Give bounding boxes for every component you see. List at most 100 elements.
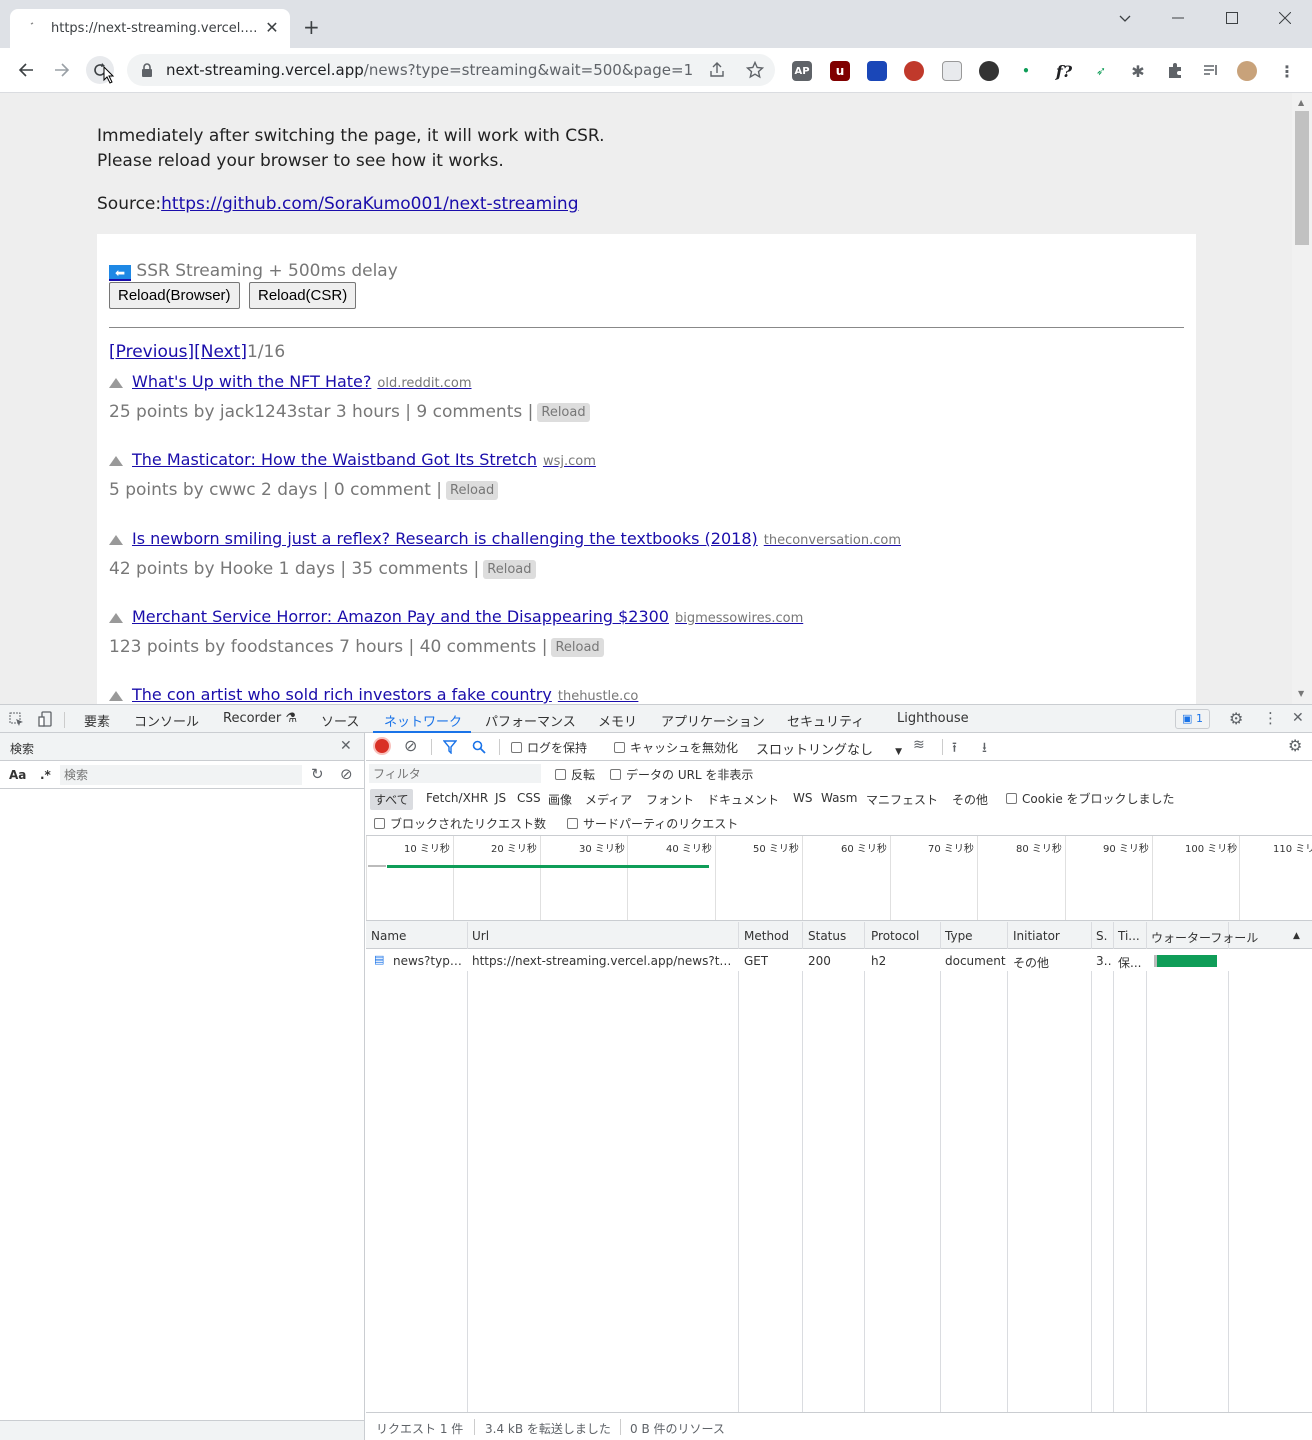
import-har-icon[interactable]: ⭱	[952, 737, 957, 761]
col-url[interactable]: Url	[472, 929, 489, 943]
item-reload-button[interactable]: Reload	[446, 480, 499, 500]
preserve-log-checkbox[interactable]: ログを保持	[511, 739, 587, 756]
devtools-menu-icon[interactable]: ⋮	[1263, 709, 1278, 727]
col-name[interactable]: Name	[371, 929, 406, 943]
address-bar[interactable]: next-streaming.vercel.app/news?type=stre…	[127, 54, 775, 86]
scroll-down-icon[interactable]: ▼	[1298, 689, 1304, 698]
tab-search-icon[interactable]	[1100, 0, 1150, 36]
third-party-checkbox[interactable]: サードパーティのリクエスト	[567, 815, 738, 832]
device-toolbar-icon[interactable]	[38, 711, 53, 727]
search-icon[interactable]	[472, 740, 486, 754]
tab-sources[interactable]: ソース	[321, 711, 359, 730]
ublock-icon[interactable]: u	[830, 61, 850, 81]
type-filter-fetch[interactable]: Fetch/XHR	[426, 791, 488, 805]
throttling-select[interactable]: スロットリングなし ▼	[756, 739, 902, 758]
export-har-icon[interactable]: ⭳	[982, 737, 987, 761]
new-tab-icon[interactable]: +	[303, 17, 320, 37]
col-waterfall[interactable]: ウォーターフォール	[1151, 929, 1258, 946]
row-name[interactable]: news?type...	[393, 954, 463, 968]
extension-reader-icon[interactable]	[942, 61, 962, 81]
clear-icon[interactable]: ⊘	[404, 736, 417, 755]
row-url[interactable]: https://next-streaming.vercel.app/news?t…	[472, 954, 734, 968]
back-arrow-icon[interactable]: ⬅	[109, 265, 131, 281]
sort-asc-icon[interactable]: ▲	[1293, 931, 1300, 941]
bookmark-star-icon[interactable]	[746, 61, 764, 79]
regex-toggle[interactable]: .*	[40, 768, 51, 782]
news-title[interactable]: Merchant Service Horror: Amazon Pay and …	[132, 607, 803, 626]
filter-icon[interactable]	[443, 740, 457, 754]
issues-badge[interactable]: ▣ 1	[1175, 709, 1210, 729]
type-filter-font[interactable]: フォント	[646, 791, 694, 808]
upvote-icon[interactable]	[109, 691, 123, 701]
extension-leaf-icon[interactable]: ➶	[1091, 61, 1111, 81]
tab-application[interactable]: アプリケーション	[661, 711, 765, 730]
maximize-icon[interactable]	[1207, 0, 1257, 36]
menu-kebab-icon[interactable]: ⋮	[1277, 61, 1297, 81]
search-input[interactable]	[60, 765, 302, 785]
extension-ball-icon[interactable]	[904, 61, 924, 81]
close-search-icon[interactable]: ✕	[340, 738, 352, 754]
type-filter-doc[interactable]: ドキュメント	[707, 791, 779, 808]
match-case-toggle[interactable]: Aa	[9, 768, 26, 782]
type-filter-js[interactable]: JS	[495, 791, 506, 805]
source-link[interactable]: https://github.com/SoraKumo001/next-stre…	[161, 194, 578, 214]
col-initiator[interactable]: Initiator	[1013, 929, 1060, 943]
back-icon[interactable]	[12, 56, 40, 84]
row-initiator[interactable]: その他	[1013, 954, 1049, 971]
type-filter-manifest[interactable]: マニフェスト	[866, 791, 938, 808]
tab-performance[interactable]: パフォーマンス	[485, 711, 576, 730]
media-queue-icon[interactable]	[1201, 61, 1221, 81]
extension-blue-icon[interactable]	[867, 61, 887, 81]
hide-data-urls-checkbox[interactable]: データの URL を非表示	[610, 766, 753, 783]
tab-network[interactable]: ネットワーク	[384, 711, 462, 730]
share-icon[interactable]	[709, 62, 725, 78]
col-method[interactable]: Method	[744, 929, 789, 943]
clear-search-icon[interactable]: ⊘	[340, 765, 353, 783]
close-window-icon[interactable]	[1260, 0, 1310, 36]
disable-cache-checkbox[interactable]: キャッシュを無効化	[614, 739, 738, 756]
network-conditions-icon[interactable]: ≋	[913, 737, 925, 753]
bug-icon[interactable]: ✱	[1128, 61, 1148, 81]
news-title[interactable]: The Masticator: How the Waistband Got It…	[132, 450, 596, 469]
type-filter-ws[interactable]: WS	[793, 791, 812, 805]
col-type[interactable]: Type	[945, 929, 973, 943]
waterfall-download-bar[interactable]	[1157, 955, 1217, 967]
tab-security[interactable]: セキュリティ	[787, 711, 864, 730]
profile-avatar[interactable]	[1237, 61, 1257, 81]
news-title[interactable]: Is newborn smiling just a reflex? Resear…	[132, 529, 901, 548]
refresh-search-icon[interactable]: ↻	[311, 765, 324, 783]
upvote-icon[interactable]	[109, 456, 123, 466]
extension-circle-icon[interactable]	[979, 61, 999, 81]
type-filter-media[interactable]: メディア	[585, 791, 632, 808]
item-reload-button[interactable]: Reload	[551, 637, 604, 657]
tab-recorder[interactable]: Recorder ⚗	[223, 711, 297, 726]
close-devtools-icon[interactable]: ✕	[1292, 710, 1304, 726]
extensions-puzzle-icon[interactable]	[1165, 61, 1185, 81]
previous-link[interactable]: [Previous]	[109, 342, 194, 362]
invert-checkbox[interactable]: 反転	[555, 766, 595, 783]
blocked-requests-checkbox[interactable]: ブロックされたリクエスト数	[374, 815, 546, 832]
forward-icon[interactable]	[48, 56, 76, 84]
tab-console[interactable]: コンソール	[134, 711, 199, 730]
tab-memory[interactable]: メモリ	[598, 711, 637, 730]
scroll-up-icon[interactable]: ▲	[1298, 98, 1304, 107]
type-filter-wasm[interactable]: Wasm	[821, 791, 857, 805]
settings-gear-icon[interactable]: ⚙	[1229, 709, 1243, 728]
inspect-element-icon[interactable]	[9, 712, 24, 727]
scroll-thumb[interactable]	[1295, 111, 1309, 245]
type-filter-img[interactable]: 画像	[548, 791, 572, 808]
extension-fx-icon[interactable]: f?	[1052, 61, 1076, 81]
type-filter-other[interactable]: その他	[952, 791, 988, 808]
type-filter-css[interactable]: CSS	[517, 791, 541, 805]
news-title[interactable]: What's Up with the NFT Hate? old.reddit.c…	[132, 372, 472, 391]
upvote-icon[interactable]	[109, 613, 123, 623]
extension-dot-icon[interactable]: •	[1016, 61, 1036, 81]
item-reload-button[interactable]: Reload	[483, 559, 536, 579]
col-size[interactable]: S.	[1096, 929, 1107, 943]
tab-elements[interactable]: 要素	[84, 711, 110, 730]
upvote-icon[interactable]	[109, 535, 123, 545]
col-status[interactable]: Status	[808, 929, 846, 943]
reload-csr-button[interactable]: Reload(CSR)	[249, 282, 357, 309]
page-scrollbar[interactable]: ▲ ▼	[1292, 93, 1312, 704]
upvote-icon[interactable]	[109, 378, 123, 388]
